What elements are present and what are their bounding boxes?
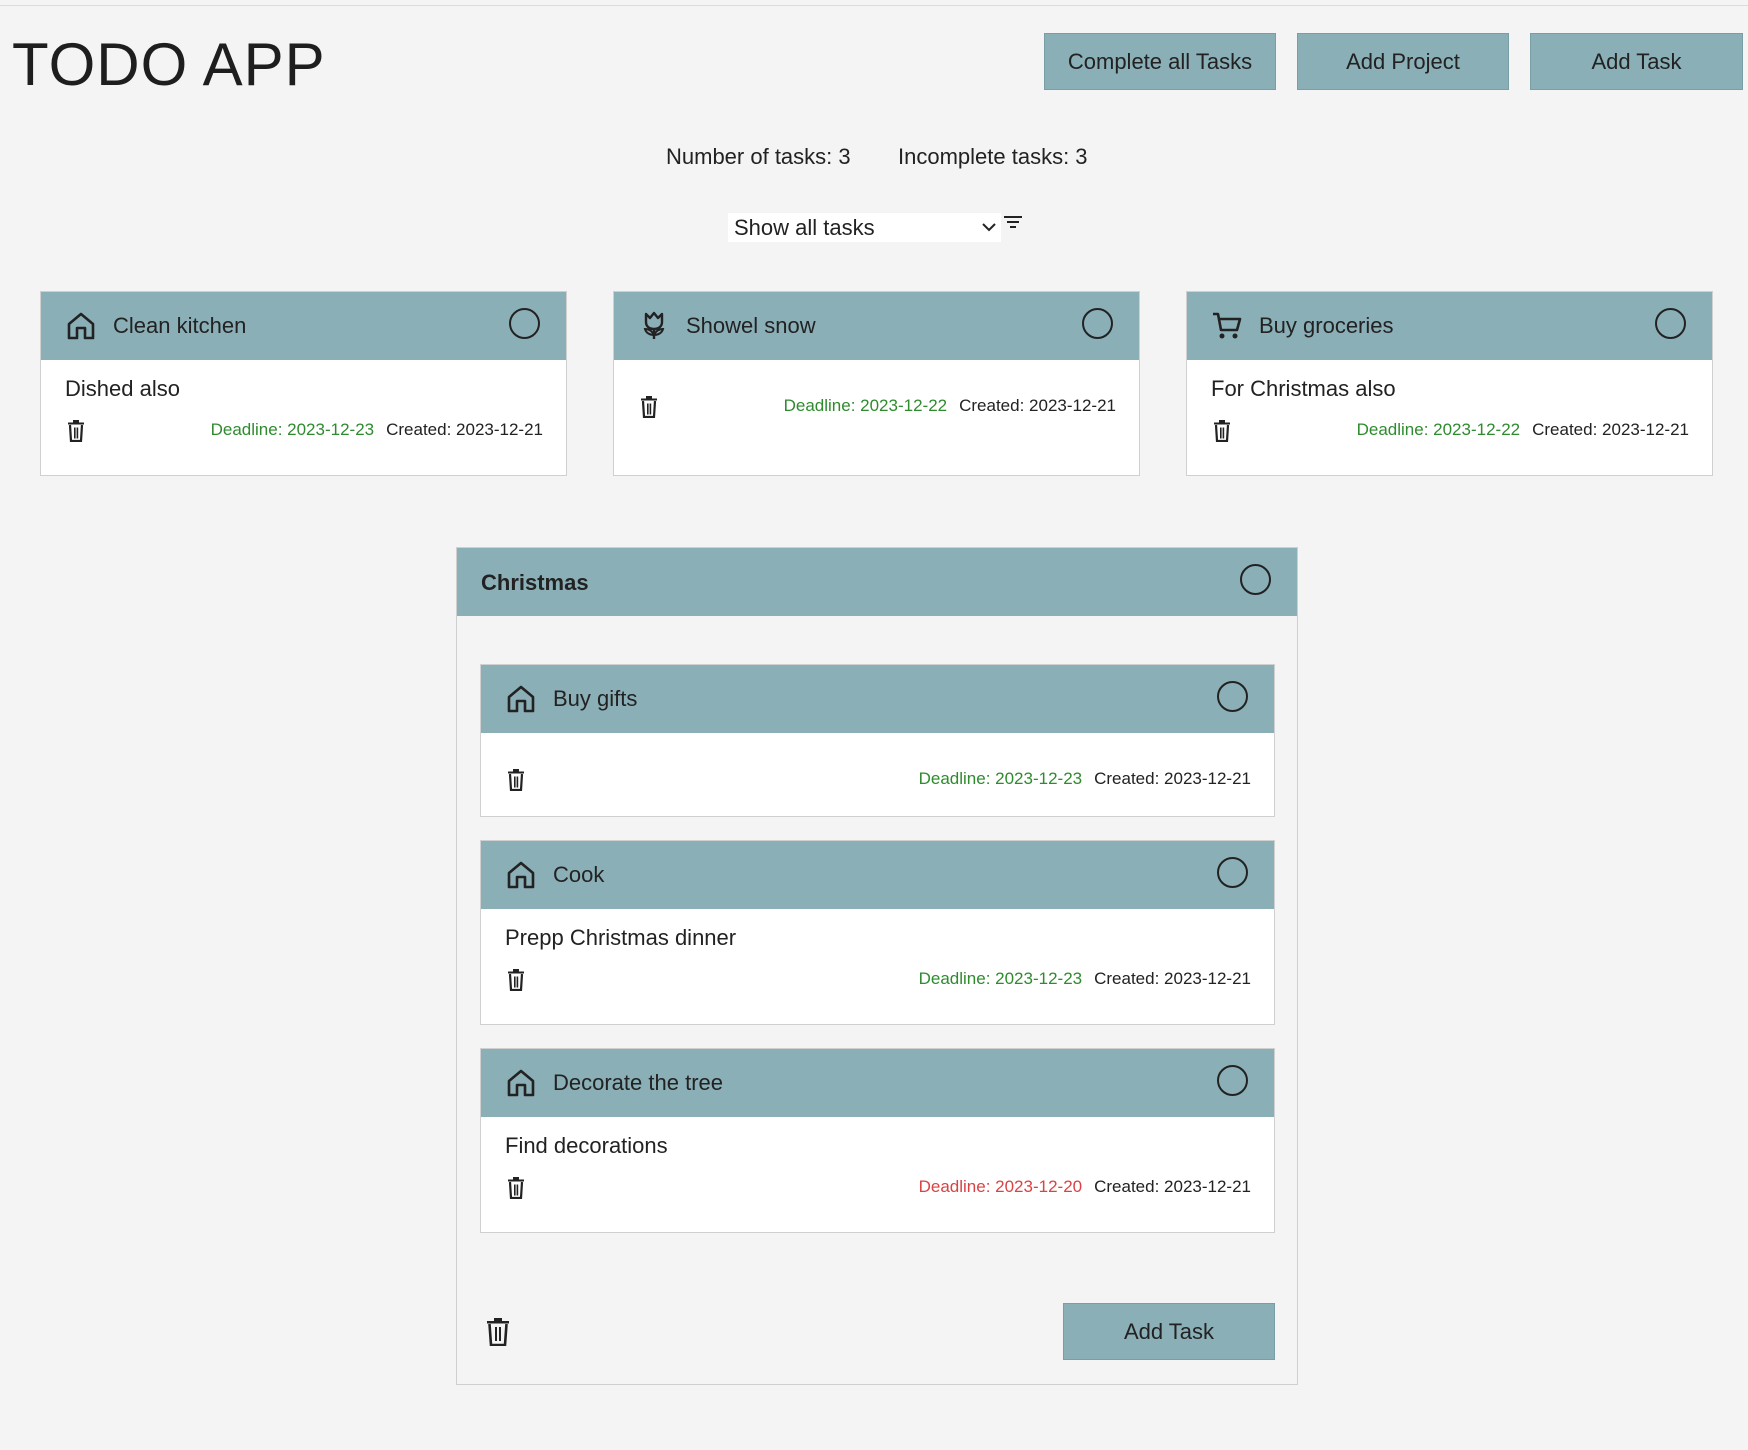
delete-task-icon[interactable] xyxy=(640,396,658,419)
task-card: Buy gifts Deadline: 2023-12-23 Created: 20… xyxy=(480,664,1275,817)
delete-task-icon[interactable] xyxy=(507,969,525,992)
task-title: Decorate the tree xyxy=(553,1070,723,1095)
task-created: Created: 2023-12-21 xyxy=(1094,769,1251,788)
filter-icon[interactable] xyxy=(1003,214,1023,230)
complete-task-toggle[interactable] xyxy=(1655,308,1686,339)
top-divider xyxy=(0,5,1748,6)
add-project-button[interactable]: Add Project xyxy=(1297,33,1509,90)
task-deadline: Deadline: 2023-12-23 xyxy=(210,420,375,439)
home-icon xyxy=(65,310,97,342)
complete-all-tasks-button[interactable]: Complete all Tasks xyxy=(1044,33,1276,90)
task-dates: Deadline: 2023-12-20 Created: 2023-12-21 xyxy=(919,1177,1251,1197)
task-description: Prepp Christmas dinner xyxy=(505,925,737,950)
complete-project-toggle[interactable] xyxy=(1240,564,1271,595)
task-description: Find decorations xyxy=(505,1133,668,1158)
cart-icon xyxy=(1211,310,1243,342)
task-created: Created: 2023-12-21 xyxy=(1094,969,1251,988)
task-filter-value: Show all tasks xyxy=(734,214,875,240)
task-title: Buy groceries xyxy=(1259,313,1394,338)
task-dates: Deadline: 2023-12-23 Created: 2023-12-21 xyxy=(919,969,1251,989)
flower-icon xyxy=(638,310,670,342)
task-header: Cook xyxy=(481,841,1274,909)
task-header: Buy groceries xyxy=(1187,292,1712,360)
task-created: Created: 2023-12-21 xyxy=(1532,420,1689,439)
delete-task-icon[interactable] xyxy=(67,420,85,443)
task-header: Decorate the tree xyxy=(481,1049,1274,1117)
task-dates: Deadline: 2023-12-23 Created: 2023-12-21 xyxy=(919,769,1251,789)
task-deadline: Deadline: 2023-12-23 xyxy=(918,769,1083,788)
task-header: Clean kitchen xyxy=(41,292,566,360)
task-created: Created: 2023-12-21 xyxy=(1094,1177,1251,1196)
task-dates: Deadline: 2023-12-22 Created: 2023-12-21 xyxy=(784,396,1116,416)
project-add-task-button[interactable]: Add Task xyxy=(1063,1303,1275,1360)
delete-task-icon[interactable] xyxy=(1213,420,1231,443)
add-task-button[interactable]: Add Task xyxy=(1530,33,1743,90)
task-description: For Christmas also xyxy=(1211,376,1396,401)
task-header: Buy gifts xyxy=(481,665,1274,733)
task-title: Clean kitchen xyxy=(113,313,247,338)
project-header: Christmas xyxy=(457,548,1297,616)
delete-task-icon[interactable] xyxy=(507,769,525,792)
home-icon xyxy=(505,683,537,715)
complete-task-toggle[interactable] xyxy=(1217,857,1248,888)
complete-task-toggle[interactable] xyxy=(1217,1065,1248,1096)
delete-task-icon[interactable] xyxy=(507,1177,525,1200)
task-filter-select[interactable]: Show all tasks xyxy=(728,213,1001,242)
chevron-down-icon xyxy=(982,223,996,232)
complete-task-toggle[interactable] xyxy=(1082,308,1113,339)
incomplete-task-count: Incomplete tasks: 3 xyxy=(898,144,1088,169)
complete-task-toggle[interactable] xyxy=(1217,681,1248,712)
task-created: Created: 2023-12-21 xyxy=(959,396,1116,415)
task-deadline: Deadline: 2023-12-22 xyxy=(1356,420,1521,439)
task-card: Showel snow Deadline: 2023-12-22 Created: … xyxy=(613,291,1140,476)
home-icon xyxy=(505,859,537,891)
task-card: Buy groceries For Christmas also Deadline:… xyxy=(1186,291,1713,476)
project-card: Christmas Buy gifts Deadline: 2023-12-23 C… xyxy=(456,547,1298,1385)
task-deadline: Deadline: 2023-12-20 xyxy=(918,1177,1083,1196)
task-card: Cook Prepp Christmas dinner Deadline: 2023… xyxy=(480,840,1275,1025)
task-title: Showel snow xyxy=(686,313,816,338)
task-dates: Deadline: 2023-12-23 Created: 2023-12-21 xyxy=(211,420,543,440)
task-dates: Deadline: 2023-12-22 Created: 2023-12-21 xyxy=(1357,420,1689,440)
home-icon xyxy=(505,1067,537,1099)
app-title: TODO APP xyxy=(12,31,326,98)
task-header: Showel snow xyxy=(614,292,1139,360)
task-card: Decorate the tree Find decorations Deadlin… xyxy=(480,1048,1275,1233)
task-title: Buy gifts xyxy=(553,686,638,711)
task-deadline: Deadline: 2023-12-23 xyxy=(918,969,1083,988)
task-title: Cook xyxy=(553,862,605,887)
task-deadline: Deadline: 2023-12-22 xyxy=(783,396,948,415)
task-card: Clean kitchen Dished also Deadline: 2023-1… xyxy=(40,291,567,476)
task-created: Created: 2023-12-21 xyxy=(386,420,543,439)
complete-task-toggle[interactable] xyxy=(509,308,540,339)
task-count: Number of tasks: 3 xyxy=(666,144,851,169)
delete-project-icon[interactable] xyxy=(486,1318,510,1346)
task-description: Dished also xyxy=(65,376,180,401)
project-title: Christmas xyxy=(481,570,589,595)
